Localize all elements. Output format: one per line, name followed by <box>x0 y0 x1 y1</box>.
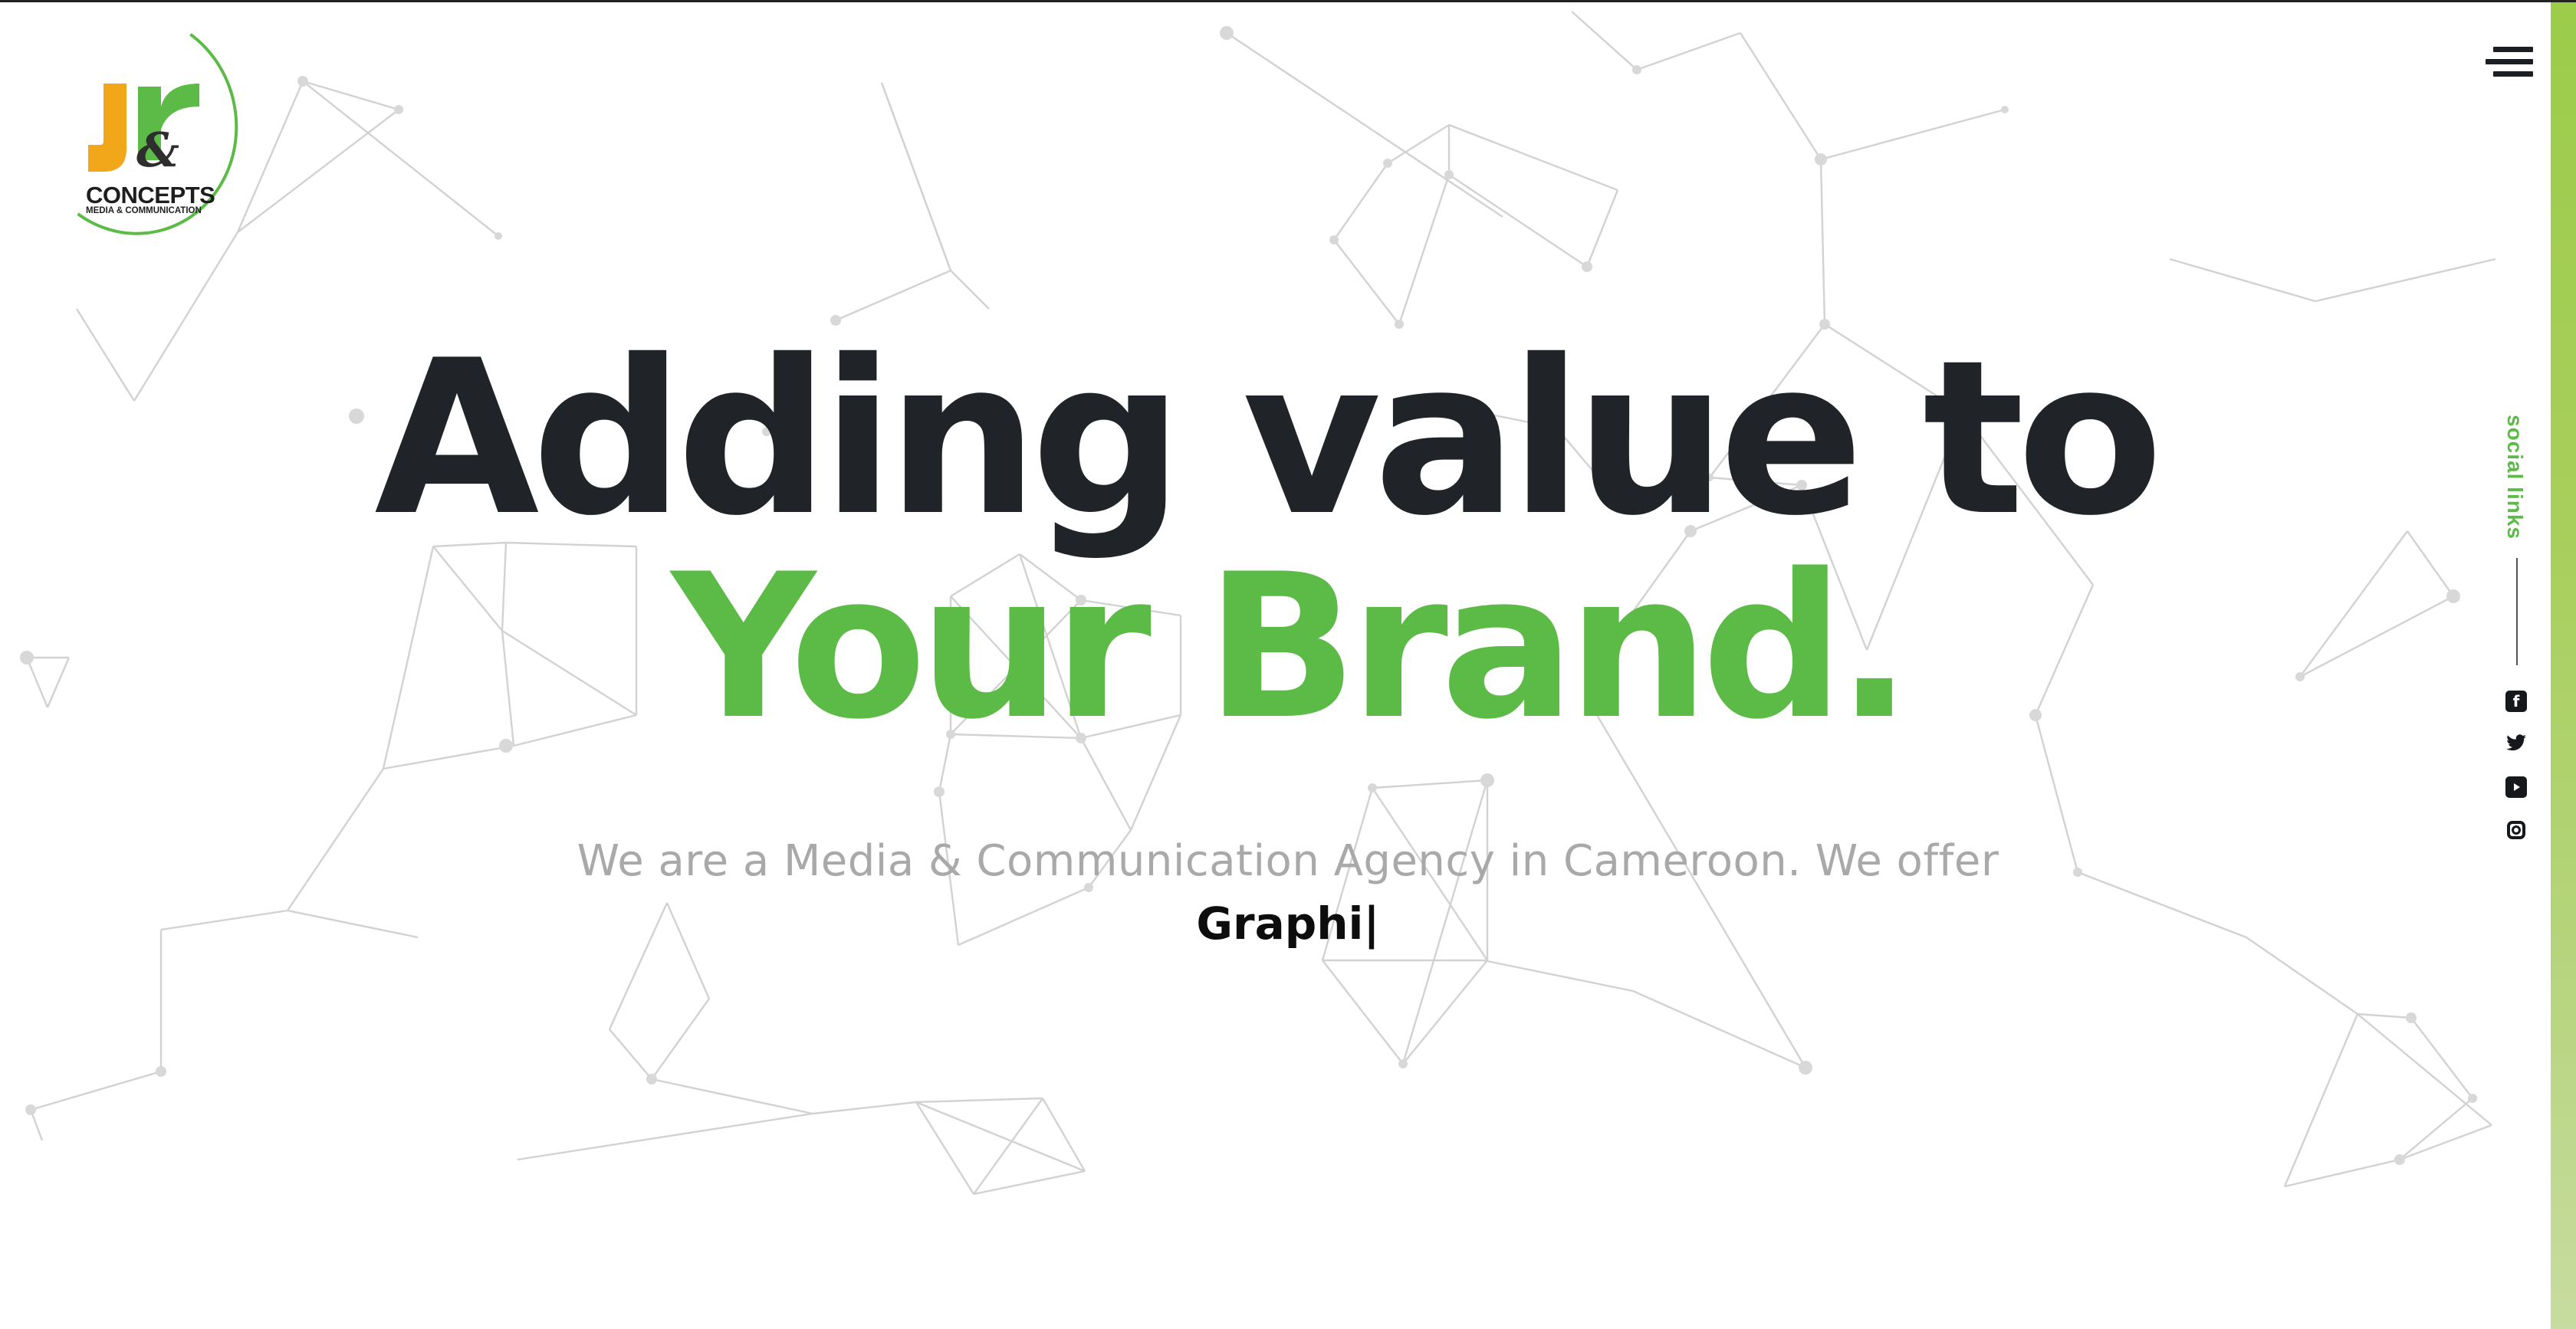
logo-name: CONCEPTS <box>86 182 215 208</box>
page: & CONCEPTS MEDIA & COMMUNICATION social … <box>0 0 2576 1329</box>
menu-line <box>2493 47 2533 52</box>
hero-tagline: We are a Media & Communication Agency in… <box>577 836 1999 886</box>
youtube-play-shape <box>2514 783 2520 791</box>
svg-text:&: & <box>136 122 179 178</box>
brand-logo[interactable]: & CONCEPTS MEDIA & COMMUNICATION <box>0 2 261 255</box>
menu-line <box>2486 59 2533 64</box>
jr-logo-icon: & <box>88 84 199 178</box>
youtube-icon[interactable] <box>2505 776 2527 798</box>
typed-service-text: Graphi| <box>1196 897 1380 950</box>
hamburger-menu-icon[interactable] <box>2481 45 2533 80</box>
logo-subtitle: MEDIA & COMMUNICATION <box>86 206 202 215</box>
hero-headline-line2: Your Brand. <box>671 532 1913 763</box>
menu-line <box>2493 71 2533 77</box>
hero-headline-line1: Adding value to <box>374 314 2163 563</box>
instagram-lens <box>2512 825 2521 835</box>
